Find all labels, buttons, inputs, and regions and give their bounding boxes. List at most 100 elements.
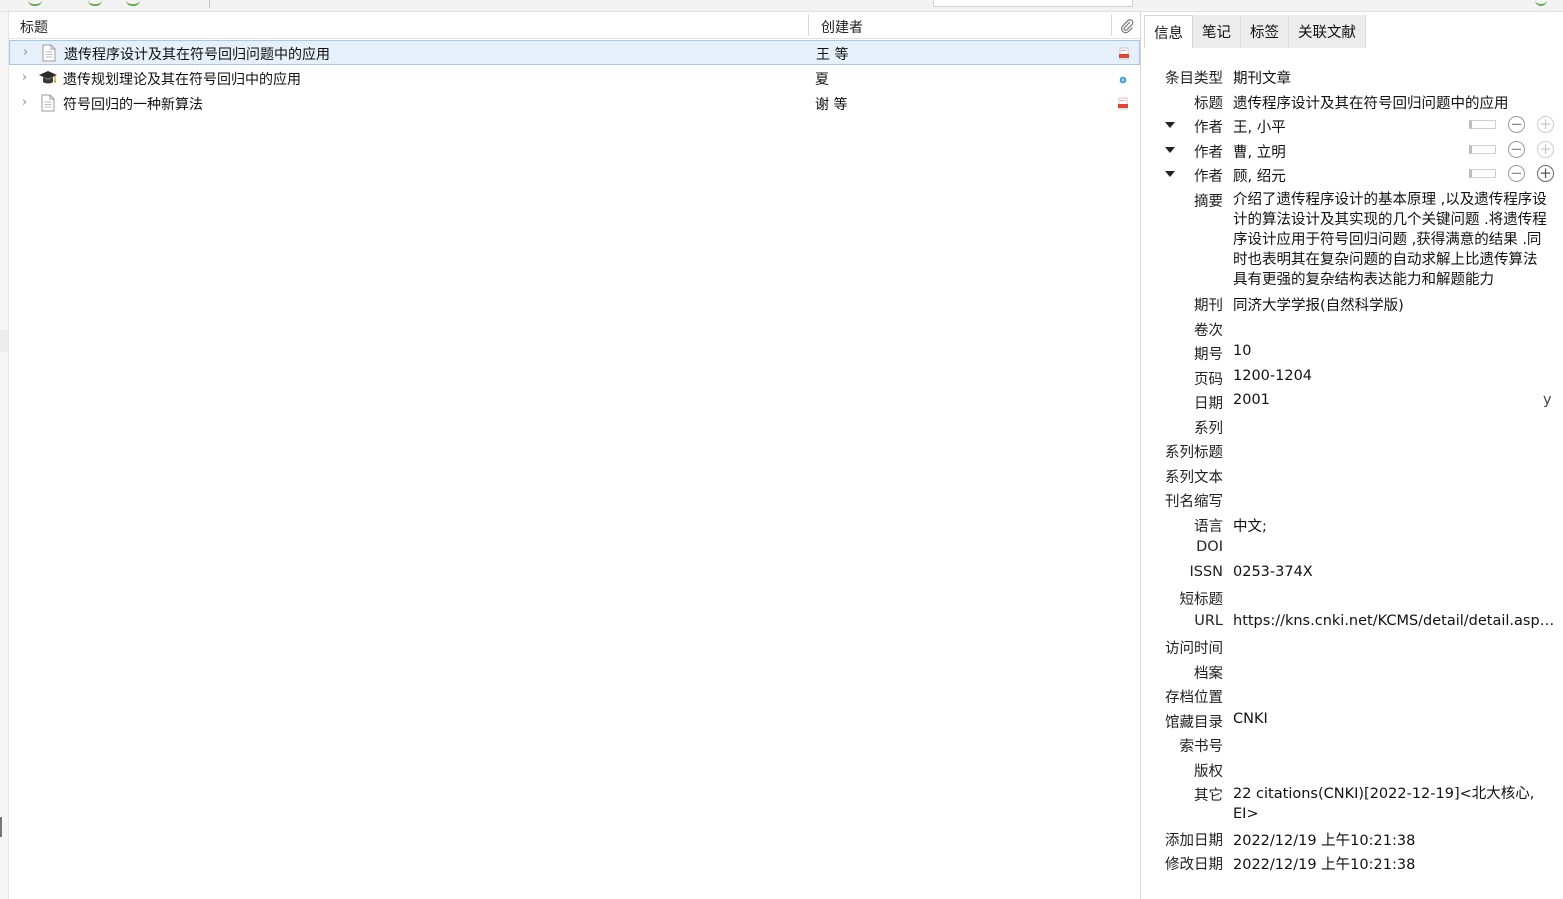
toolbar-icon[interactable] xyxy=(126,0,140,6)
remove-author-icon[interactable]: − xyxy=(1508,116,1525,133)
toolbar-icon[interactable] xyxy=(28,0,42,6)
field-issn[interactable]: 0253-374X xyxy=(1233,564,1313,580)
field-library-catalog[interactable]: CNKI xyxy=(1233,711,1268,727)
field-label-abstract: 摘要 xyxy=(1194,194,1223,210)
field-author[interactable]: 王, 小平 xyxy=(1233,116,1286,137)
field-label-issue: 期号 xyxy=(1194,347,1223,363)
remove-author-icon[interactable]: − xyxy=(1508,141,1525,158)
column-header-title[interactable]: 标题 xyxy=(20,17,48,37)
item-title: 遗传程序设计及其在符号回归问题中的应用 xyxy=(64,47,330,63)
field-label-accessed: 访问时间 xyxy=(1165,641,1223,657)
name-mode-switch[interactable] xyxy=(1469,145,1496,154)
field-label-series-title: 系列标题 xyxy=(1165,445,1223,461)
add-author-icon[interactable]: + xyxy=(1537,116,1554,133)
field-label-short-title: 短标题 xyxy=(1179,592,1224,608)
items-column-header: 标题 创建者 xyxy=(9,12,1141,39)
splitter-handle[interactable] xyxy=(0,330,8,352)
item-title: 遗传规划理论及其在符号回归中的应用 xyxy=(63,72,301,88)
dot-icon[interactable] xyxy=(1116,72,1130,86)
field-label-date-modified: 修改日期 xyxy=(1165,857,1223,873)
field-label-journal: 期刊 xyxy=(1194,298,1223,314)
pdf-icon[interactable] xyxy=(1117,47,1131,61)
field-label-issn: ISSN xyxy=(1189,564,1223,580)
add-author-icon[interactable]: + xyxy=(1537,165,1554,182)
graduation-cap-icon xyxy=(39,71,57,84)
item-creator: 王 等 xyxy=(816,47,849,63)
field-item-type[interactable]: 期刊文章 xyxy=(1233,67,1291,88)
tab-info[interactable]: 信息 xyxy=(1144,15,1193,48)
item-row[interactable]: › 遗传规划理论及其在符号回归中的应用 夏 xyxy=(9,66,1140,91)
field-label-pages: 页码 xyxy=(1194,372,1223,388)
field-issue[interactable]: 10 xyxy=(1233,343,1251,359)
chevron-right-icon[interactable]: › xyxy=(22,96,34,110)
field-abstract[interactable]: 介绍了遗传程序设计的基本原理 ,以及遗传程序设计的算法设计及其实现的几个关键问题… xyxy=(1233,190,1551,290)
toolbar-icon[interactable] xyxy=(88,0,102,6)
search-input[interactable] xyxy=(933,0,1133,7)
item-title: 符号回归的一种新算法 xyxy=(63,97,203,113)
field-pages[interactable]: 1200-1204 xyxy=(1233,368,1312,384)
field-label-author[interactable]: 作者 xyxy=(1194,116,1223,137)
remove-author-icon[interactable]: − xyxy=(1508,165,1525,182)
date-format-indicator: y xyxy=(1543,392,1552,408)
column-divider[interactable] xyxy=(808,14,809,36)
triangle-down-icon[interactable] xyxy=(1165,171,1175,177)
field-label-author[interactable]: 作者 xyxy=(1194,141,1223,162)
field-label-library-catalog: 馆藏目录 xyxy=(1165,715,1223,731)
tab-related[interactable]: 关联文献 xyxy=(1289,15,1366,48)
field-extra[interactable]: 22 citations(CNKI)[2022-12-19]<北大核心, EI> xyxy=(1233,784,1543,824)
field-label-language: 语言 xyxy=(1194,519,1223,535)
field-date[interactable]: 2001 xyxy=(1233,392,1270,408)
item-row[interactable]: › 遗传程序设计及其在符号回归问题中的应用 王 等 xyxy=(9,40,1140,65)
items-list-pane: 标题 创建者 › 遗传程序设计及其在符号回归问题中的应用 王 等 › 遗传规划理… xyxy=(8,12,1141,899)
field-label-url[interactable]: URL xyxy=(1194,613,1223,629)
tab-tags[interactable]: 标签 xyxy=(1241,15,1289,48)
field-label-volume: 卷次 xyxy=(1194,323,1223,339)
triangle-down-icon[interactable] xyxy=(1165,122,1175,128)
field-label-journal-abbr: 刊名缩写 xyxy=(1165,494,1223,510)
field-author[interactable]: 顾, 绍元 xyxy=(1233,165,1286,186)
item-creator: 谢 等 xyxy=(815,97,848,113)
item-creator: 夏 xyxy=(815,72,829,88)
name-mode-switch[interactable] xyxy=(1469,169,1496,178)
chevron-right-icon[interactable]: › xyxy=(23,46,35,60)
field-label-archive-location: 存档位置 xyxy=(1165,690,1223,706)
field-label-archive: 档案 xyxy=(1194,666,1223,682)
name-mode-switch[interactable] xyxy=(1469,120,1496,129)
field-label-call-number: 索书号 xyxy=(1179,739,1224,755)
field-label-date-added: 添加日期 xyxy=(1165,833,1223,849)
item-row[interactable]: › 符号回归的一种新算法 谢 等 xyxy=(9,91,1140,116)
field-label-title: 标题 xyxy=(1194,96,1223,112)
field-journal[interactable]: 同济大学学报(自然科学版) xyxy=(1233,294,1404,315)
field-label-extra: 其它 xyxy=(1194,788,1223,804)
field-label-series: 系列 xyxy=(1194,421,1223,437)
document-icon xyxy=(41,94,55,112)
field-label-rights: 版权 xyxy=(1194,764,1223,780)
field-label-date: 日期 xyxy=(1194,396,1223,412)
field-date-modified: 2022/12/19 上午10:21:38 xyxy=(1233,857,1416,873)
field-label-item-type: 条目类型 xyxy=(1165,71,1223,87)
field-title[interactable]: 遗传程序设计及其在符号回归问题中的应用 xyxy=(1233,92,1509,113)
field-url[interactable]: https://kns.cnki.net/KCMS/detail/detail.… xyxy=(1233,613,1555,629)
field-label-series-text: 系列文本 xyxy=(1165,470,1223,486)
toolbar-separator xyxy=(209,0,210,8)
field-label-doi: DOI xyxy=(1196,539,1223,555)
field-date-added: 2022/12/19 上午10:21:38 xyxy=(1233,833,1416,849)
toolbar-icon[interactable] xyxy=(1535,0,1547,6)
chevron-right-icon[interactable]: › xyxy=(22,71,34,85)
column-header-creator[interactable]: 创建者 xyxy=(821,17,863,37)
collections-pane-edge xyxy=(0,12,8,899)
field-label-author[interactable]: 作者 xyxy=(1194,165,1223,186)
triangle-down-icon[interactable] xyxy=(1165,147,1175,153)
scroll-marker xyxy=(0,817,2,837)
paperclip-icon[interactable] xyxy=(1119,18,1135,34)
item-pane-tabs: 信息 笔记 标签 关联文献 xyxy=(1144,15,1366,48)
column-divider[interactable] xyxy=(1111,14,1112,36)
item-info-pane: 信息 笔记 标签 关联文献 条目类型 期刊文章 标题 遗传程序设计及其在符号回归… xyxy=(1140,12,1563,899)
field-author[interactable]: 曹, 立明 xyxy=(1233,141,1286,162)
top-toolbar-strip xyxy=(0,0,1563,12)
document-icon xyxy=(42,44,56,62)
field-language[interactable]: 中文; xyxy=(1233,515,1267,536)
tab-notes[interactable]: 笔记 xyxy=(1193,15,1241,48)
pdf-icon[interactable] xyxy=(1116,97,1130,111)
add-author-icon[interactable]: + xyxy=(1537,141,1554,158)
